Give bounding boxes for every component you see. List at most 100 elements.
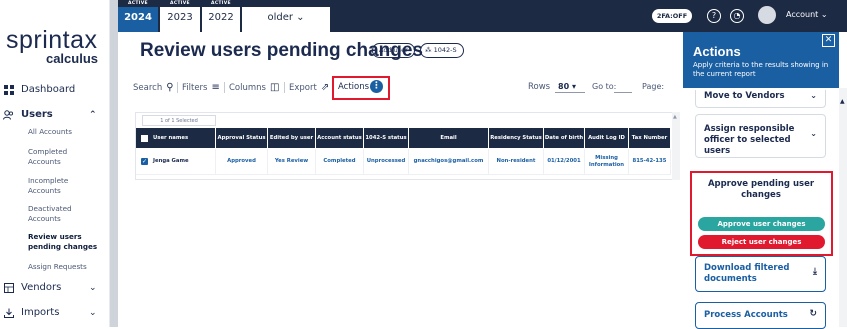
move-to-vendors-card[interactable]: Move to Vendors ⌄ bbox=[695, 90, 826, 108]
assign-officer-card[interactable]: Assign responsible officer to selected u… bbox=[695, 114, 826, 158]
form-1042s-button[interactable]: ⁂ 1042-S bbox=[420, 43, 464, 58]
year-badge-spacer bbox=[242, 0, 330, 7]
year-tab-older[interactable]: older ⌄ bbox=[242, 0, 330, 32]
sidebar-subitem-incomplete-accounts[interactable]: Incomplete Accounts bbox=[28, 176, 98, 196]
sidebar-subitem-review-pending[interactable]: Review users pending changes bbox=[28, 232, 98, 252]
refresh-icon: ↻ bbox=[809, 309, 817, 319]
year-tab-2024[interactable]: ACTIVE 2024 bbox=[118, 0, 158, 32]
cell-edited-by-user: Yes Review bbox=[268, 149, 316, 175]
actions-label[interactable]: Actions bbox=[338, 82, 369, 92]
toolbar-divider bbox=[284, 82, 285, 93]
chevron-down-icon[interactable]: ⌄ bbox=[89, 308, 97, 318]
header-account-status[interactable]: Account status bbox=[316, 128, 364, 148]
row-checkbox-checked[interactable]: ✓ bbox=[141, 158, 148, 165]
cell-account-status: Completed bbox=[316, 149, 364, 175]
imports-icon bbox=[3, 307, 14, 318]
approve-user-changes-button[interactable]: Approve user changes bbox=[698, 217, 825, 231]
export-button[interactable]: Export ⇗ bbox=[289, 82, 329, 93]
process-accounts-card[interactable]: Process Accounts ↻ bbox=[695, 302, 826, 329]
panel-header: Actions Apply criteria to the results sh… bbox=[683, 32, 839, 88]
header-user-names[interactable]: User names bbox=[136, 128, 216, 148]
older-dropdown[interactable]: older ⌄ bbox=[242, 7, 330, 29]
chevron-down-icon: ⌄ bbox=[820, 10, 828, 19]
notification-icon[interactable]: ◔ bbox=[730, 9, 744, 23]
rows-value: 80 bbox=[558, 82, 570, 91]
toolbar-divider bbox=[177, 82, 178, 93]
cell-text: Jenga Game bbox=[153, 158, 189, 164]
download-filtered-card[interactable]: Download filtered documents ⤓ bbox=[695, 256, 826, 292]
sidebar-scrollbar[interactable] bbox=[110, 0, 118, 327]
sidebar-item-imports[interactable]: Imports ⌄ bbox=[3, 307, 97, 318]
year-label: 2024 bbox=[124, 12, 152, 23]
more-vertical-icon[interactable]: ⋮ bbox=[370, 80, 383, 93]
sidebar-item-dashboard[interactable]: Dashboard bbox=[3, 84, 75, 95]
close-icon[interactable]: ✕ bbox=[822, 34, 835, 47]
cell-1042s-status: Unprocessed bbox=[364, 149, 409, 175]
header-tax-number[interactable]: Tax Number bbox=[629, 128, 671, 148]
year-tab-2022[interactable]: ACTIVE 2022 bbox=[202, 0, 240, 32]
chevron-up-icon[interactable]: ⌃ bbox=[89, 110, 97, 120]
sidebar-item-label: Users bbox=[21, 109, 53, 120]
header-audit-log-id[interactable]: Audit Log ID bbox=[585, 128, 629, 148]
goto-input[interactable] bbox=[614, 80, 632, 93]
columns-label: Columns bbox=[229, 82, 266, 93]
cell-user-name[interactable]: ✓ Jenga Game bbox=[136, 149, 216, 175]
year-tab-2023[interactable]: ACTIVE 2023 bbox=[160, 0, 200, 32]
chevron-down-icon: ⌄ bbox=[810, 129, 817, 138]
brand-name: sprintax bbox=[6, 26, 98, 54]
rows-select[interactable]: 80 ▾ bbox=[555, 80, 585, 93]
search-button[interactable]: Search ⚲ bbox=[133, 82, 174, 93]
help-icon[interactable]: ? bbox=[707, 9, 721, 23]
scroll-up-icon[interactable]: ▲ bbox=[840, 98, 845, 105]
move-to-vendors-label: Move to Vendors bbox=[704, 91, 785, 101]
sidebar-item-label: Imports bbox=[21, 307, 60, 318]
header-edited-by-user[interactable]: Edited by user bbox=[268, 128, 316, 148]
year-label: 2022 bbox=[208, 12, 234, 23]
assign-officer-label: Assign responsible officer to selected u… bbox=[704, 124, 795, 156]
sidebar-subitem-completed-accounts[interactable]: Completed Accounts bbox=[28, 147, 98, 167]
table-header: User names Approval Status Edited by use… bbox=[136, 128, 671, 148]
chevron-down-icon: ⌄ bbox=[810, 91, 817, 100]
export-icon: ⇗ bbox=[320, 82, 330, 93]
year-label: 2023 bbox=[167, 12, 193, 23]
add-user-button[interactable]: Add user bbox=[372, 43, 415, 58]
toolbar-divider bbox=[224, 82, 225, 93]
chevron-down-icon[interactable]: ⌄ bbox=[89, 283, 97, 293]
columns-button[interactable]: Columns ◫ bbox=[229, 82, 279, 93]
scroll-up-icon[interactable]: ▲ bbox=[673, 114, 677, 120]
header-date-of-birth[interactable]: Date of birth bbox=[544, 128, 585, 148]
sidebar-subitem-assign-requests[interactable]: Assign Requests bbox=[28, 262, 98, 272]
filter-icon: ≡ bbox=[211, 82, 220, 93]
sidebar-subitem-deactivated-accounts[interactable]: Deactivated Accounts bbox=[28, 204, 98, 224]
sidebar-item-vendors[interactable]: Vendors ⌄ bbox=[3, 282, 97, 293]
sidebar-item-users[interactable]: Users ⌃ bbox=[3, 109, 97, 120]
header-residency-status[interactable]: Residency Status bbox=[489, 128, 544, 148]
filters-button[interactable]: Filters ≡ bbox=[182, 82, 220, 93]
header-email[interactable]: Email bbox=[409, 128, 489, 148]
avatar[interactable] bbox=[758, 6, 776, 24]
panel-description: Apply criteria to the results showing in… bbox=[693, 61, 829, 78]
logo[interactable]: sprintax calculus bbox=[6, 26, 98, 66]
panel-scrollbar[interactable]: ▲ bbox=[839, 88, 847, 327]
asterisk-icon: ⁂ bbox=[425, 46, 432, 54]
select-all-checkbox[interactable] bbox=[141, 134, 148, 142]
table-row[interactable]: ✓ Jenga Game Approved Yes Review Complete… bbox=[136, 149, 671, 175]
caret-down-icon: ▾ bbox=[571, 82, 576, 91]
approve-section-title: Approve pending user changes bbox=[707, 179, 815, 200]
vendors-icon bbox=[3, 282, 14, 293]
twofa-badge[interactable]: 2FA:OFF bbox=[652, 9, 692, 23]
cell-residency-status: Non-resident bbox=[489, 149, 544, 175]
rows-label: Rows bbox=[528, 82, 551, 92]
columns-icon: ◫ bbox=[269, 82, 280, 93]
table-scrollbar[interactable]: ▲ bbox=[672, 112, 680, 180]
goto-label: Go to: bbox=[592, 82, 617, 91]
account-menu[interactable]: Account ⌄ bbox=[786, 10, 828, 19]
header-1042s-status[interactable]: 1042-S status bbox=[364, 128, 409, 148]
sidebar-subitem-all-accounts[interactable]: All Accounts bbox=[28, 127, 98, 137]
search-label: Search bbox=[133, 82, 163, 93]
header-approval-status[interactable]: Approval Status bbox=[216, 128, 268, 148]
users-icon bbox=[3, 109, 14, 120]
selection-count: 1 of 1 Selected bbox=[142, 115, 216, 126]
reject-user-changes-button[interactable]: Reject user changes bbox=[698, 235, 825, 249]
cell-tax-number: 815-42-135 bbox=[629, 149, 671, 175]
